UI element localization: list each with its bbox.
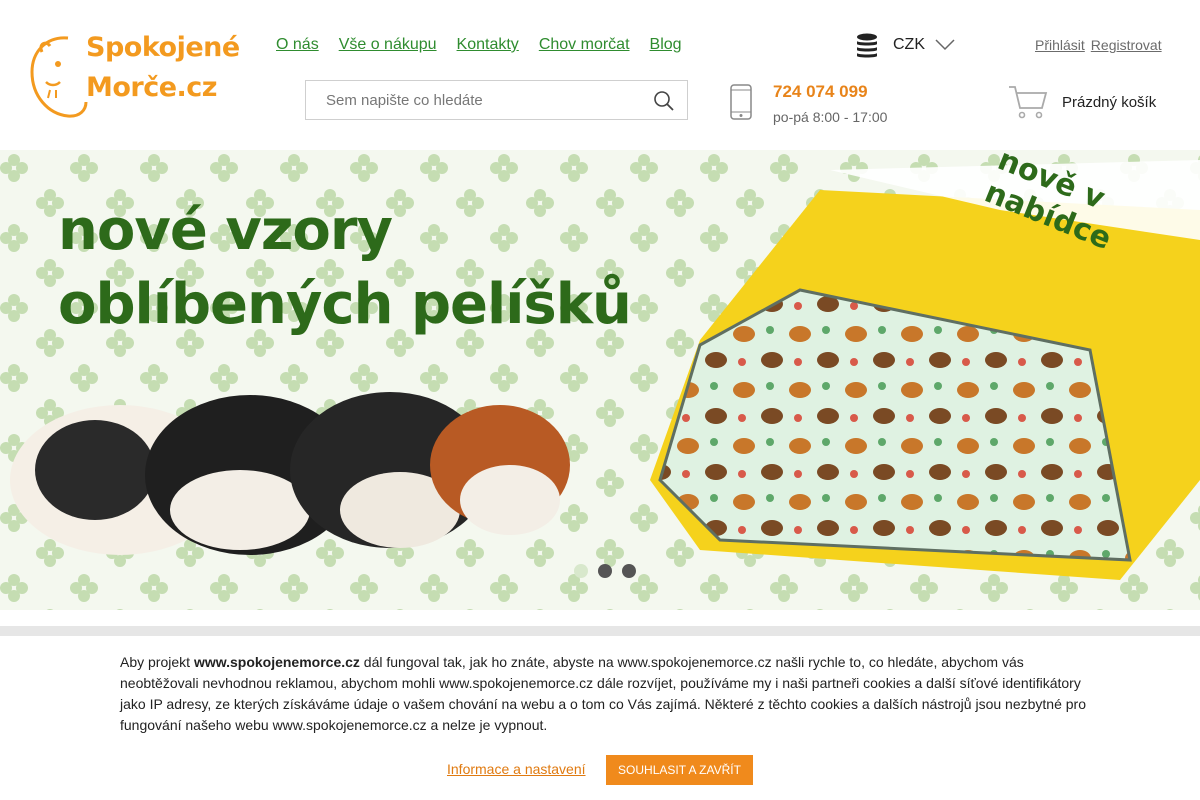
slider-pagination: [574, 564, 636, 578]
chevron-down-icon: [935, 39, 955, 51]
logo-text-line2: Morče.cz: [86, 72, 218, 103]
slider-dot-1[interactable]: [574, 564, 588, 578]
banner-headline-line1: nové vzory: [58, 198, 393, 263]
slider-dot-3[interactable]: [622, 564, 636, 578]
top-navigation: O nás Vše o nákupu Kontakty Chov morčat …: [276, 36, 682, 54]
account-links: Přihlásit Registrovat: [1035, 37, 1162, 53]
coins-icon: [857, 33, 877, 58]
slider-dot-2[interactable]: [598, 564, 612, 578]
currency-selector[interactable]: CZK: [855, 32, 955, 58]
opening-hours: po-pá 8:00 - 17:00: [773, 109, 888, 125]
cookie-message: Aby projekt www.spokojenemorce.cz dál fu…: [120, 652, 1090, 736]
cart-label: Prázdný košík: [1062, 93, 1157, 111]
nav-link-about[interactable]: O nás: [276, 36, 319, 54]
site-header: Spokojené Morče.cz O nás Vše o nákupu Ko…: [0, 0, 1200, 150]
phone-number[interactable]: 724 074 099: [773, 82, 868, 102]
search-input[interactable]: [306, 81, 646, 119]
register-link[interactable]: Registrovat: [1091, 37, 1162, 53]
hero-banner[interactable]: nové vzory oblíbených pelíšků nově v nab…: [0, 150, 1200, 610]
cookie-accept-button[interactable]: Souhlasit a zavřít: [606, 755, 753, 785]
cookie-message-intro: Aby projekt: [120, 654, 194, 670]
currency-label: CZK: [893, 36, 925, 53]
guinea-pig-logo-icon: [30, 36, 88, 118]
banner-headline-line2: oblíbených pelíšků: [58, 272, 632, 337]
nav-link-shopping-info[interactable]: Vše o nákupu: [339, 36, 437, 54]
phone-icon: [730, 84, 752, 120]
cookie-message-site: www.spokojenemorce.cz: [193, 654, 360, 670]
logo-text-line1: Spokojené: [86, 32, 240, 63]
nav-link-blog[interactable]: Blog: [650, 36, 682, 54]
site-logo[interactable]: Spokojené Morče.cz: [28, 30, 240, 122]
nav-link-contacts[interactable]: Kontakty: [457, 36, 519, 54]
cookie-consent-bar: Aby projekt www.spokojenemorce.cz dál fu…: [0, 626, 1200, 800]
nav-link-guinea-pig-care[interactable]: Chov morčat: [539, 36, 630, 54]
login-link[interactable]: Přihlásit: [1035, 37, 1085, 53]
cookie-settings-link[interactable]: Informace a nastavení: [447, 761, 586, 777]
cart-icon: [1009, 86, 1048, 119]
search-icon[interactable]: [653, 90, 675, 112]
search-box: [305, 80, 688, 120]
cart-button[interactable]: Prázdný košík: [1008, 84, 1156, 120]
